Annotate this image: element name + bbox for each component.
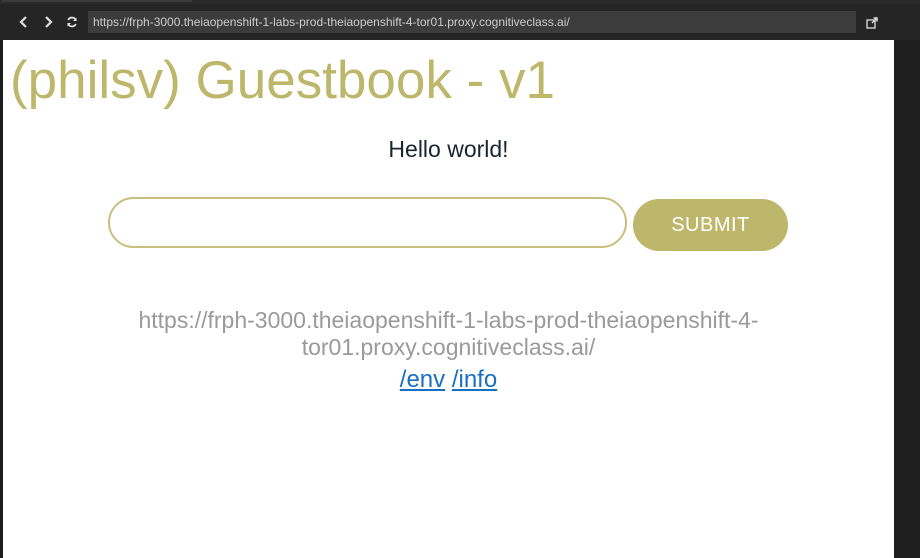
chevron-right-icon[interactable] xyxy=(36,10,60,34)
browser-toolbar: https://frph-3000.theiaopenshift-1-labs-… xyxy=(0,4,920,40)
external-link-icon[interactable] xyxy=(860,14,884,32)
panel-gutter xyxy=(894,40,920,558)
page-title: (philsv) Guestbook - v1 xyxy=(10,51,555,110)
host-url-text: https://frph-3000.theiaopenshift-1-labs-… xyxy=(138,307,759,360)
nav-buttons xyxy=(12,10,84,34)
submit-button[interactable]: SUBMIT xyxy=(633,199,788,251)
url-bar[interactable]: https://frph-3000.theiaopenshift-1-labs-… xyxy=(88,11,856,33)
chevron-left-icon[interactable] xyxy=(12,10,36,34)
env-link[interactable]: /env xyxy=(400,366,445,393)
refresh-icon[interactable] xyxy=(60,10,84,34)
web-page: (philsv) Guestbook - v1 Hello world! SUB… xyxy=(3,40,894,558)
greeting-text: Hello world! xyxy=(388,136,509,162)
info-links: /env /info xyxy=(3,366,894,394)
info-link[interactable]: /info xyxy=(452,366,497,393)
active-tab-indicator xyxy=(2,0,192,2)
browser-window: https://frph-3000.theiaopenshift-1-labs-… xyxy=(0,0,920,558)
guestbook-entry-input[interactable] xyxy=(108,197,627,248)
